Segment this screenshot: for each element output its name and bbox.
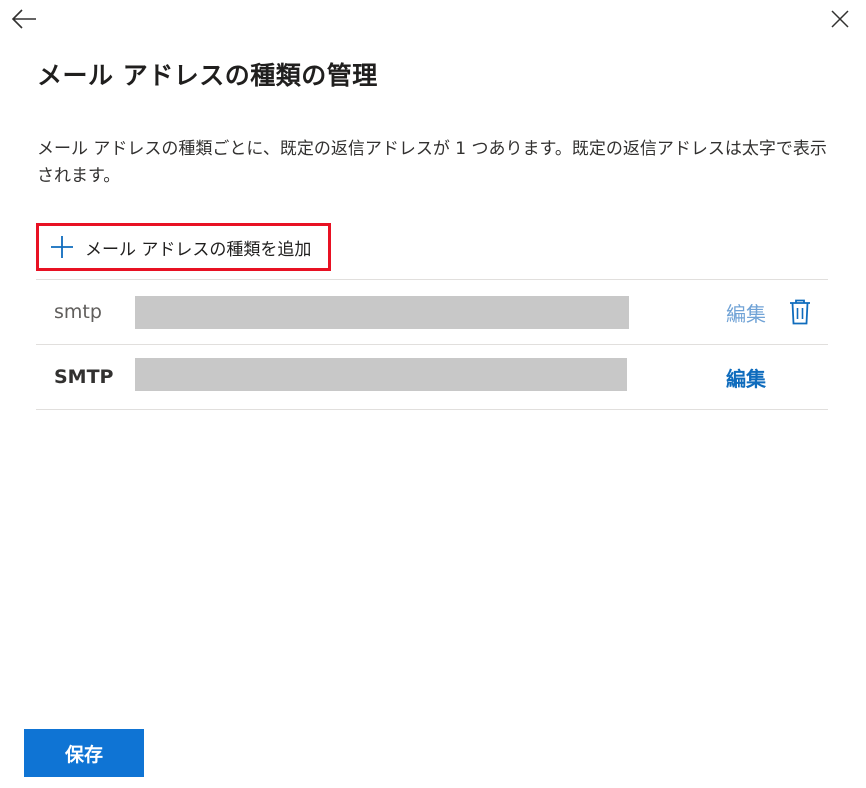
close-button[interactable]: [826, 6, 854, 32]
edit-link[interactable]: 編集: [726, 345, 766, 409]
page-title: メール アドレスの種類の管理: [37, 61, 378, 90]
plus-icon: [51, 236, 73, 258]
back-button[interactable]: [10, 6, 38, 32]
manage-email-address-types-panel: メール アドレスの種類の管理 メール アドレスの種類ごとに、既定の返信アドレスが…: [0, 0, 866, 788]
row-divider: [36, 409, 828, 410]
save-button[interactable]: 保存: [24, 729, 144, 777]
arrow-left-icon: [11, 9, 36, 29]
page-description: メール アドレスの種類ごとに、既定の返信アドレスが 1 つあります。既定の返信ア…: [37, 139, 827, 186]
edit-link[interactable]: 編集: [726, 280, 766, 344]
add-email-address-type-label: メール アドレスの種類を追加: [85, 239, 312, 260]
table-row: SMTP 編集: [36, 345, 828, 409]
close-icon: [831, 10, 849, 28]
address-type: SMTP: [54, 366, 114, 388]
add-email-address-type-button[interactable]: メール アドレスの種類を追加: [36, 223, 331, 271]
redacted-address: [135, 358, 627, 391]
redacted-address: [135, 296, 629, 329]
trash-icon[interactable]: [788, 299, 812, 325]
address-type: smtp: [54, 301, 102, 323]
table-row: smtp 編集: [36, 280, 828, 344]
